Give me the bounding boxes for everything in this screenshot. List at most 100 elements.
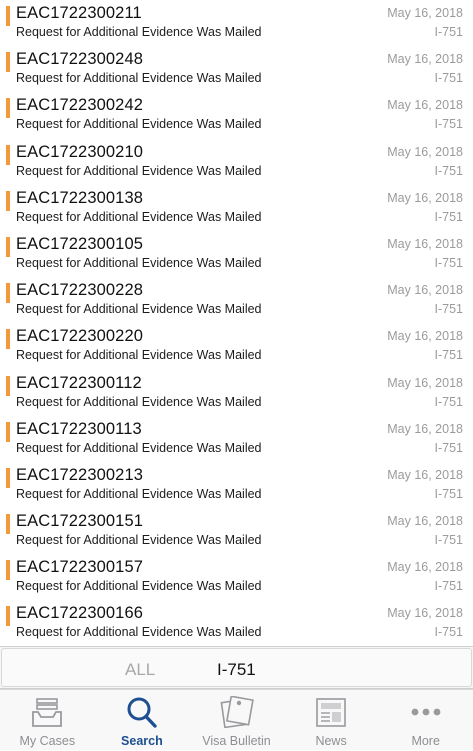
status-indicator-bar [6, 329, 10, 350]
case-form-type: I-751 [434, 25, 464, 39]
magnifier-icon [127, 697, 157, 728]
case-status-text: Request for Additional Evidence Was Mail… [16, 533, 262, 548]
case-receipt-number: EAC1722300228 [16, 281, 143, 300]
case-receipt-number: EAC1722300210 [16, 142, 143, 161]
case-date: May 16, 2018 [387, 98, 463, 113]
case-row[interactable]: EAC1722300210 Request for Additional Evid… [0, 139, 473, 185]
case-date: May 16, 2018 [387, 144, 463, 159]
case-row[interactable]: EAC1722300157 Request for Additional Evid… [0, 554, 473, 600]
case-status-text: Request for Additional Evidence Was Mail… [16, 302, 262, 317]
tab-label: News [315, 734, 347, 748]
case-date: May 16, 2018 [387, 467, 463, 482]
case-receipt-number: EAC1722300211 [16, 4, 142, 22]
case-form-type: I-751 [434, 579, 464, 594]
tab-label: My Cases [19, 734, 76, 748]
case-status-text: Request for Additional Evidence Was Mail… [16, 625, 262, 640]
case-receipt-number: EAC1722300248 [16, 50, 143, 69]
case-date: May 16, 2018 [387, 421, 463, 436]
tab-label: More [411, 734, 440, 748]
status-indicator-bar [6, 421, 10, 442]
inbox-tray-icon [32, 698, 63, 727]
case-row[interactable]: EAC1722300213 Request for Additional Evid… [0, 462, 473, 508]
newspaper-icon [316, 698, 346, 727]
filter-option-all[interactable]: ALL [125, 660, 155, 680]
case-status-text: Request for Additional Evidence Was Mail… [16, 486, 262, 501]
tab-search[interactable]: Search [95, 690, 190, 751]
tab-visa-bulletin[interactable]: Visa Bulletin [189, 690, 284, 751]
case-row[interactable]: EAC1722300242 Request for Additional Evid… [0, 92, 473, 138]
case-date: May 16, 2018 [387, 514, 463, 529]
tab-bar: My Cases Search Visa Bulletin News More [0, 689, 473, 750]
case-row[interactable]: EAC1722300166 Request for Additional Evid… [0, 600, 473, 646]
case-receipt-number: EAC1722300151 [16, 512, 143, 531]
case-receipt-number: EAC1722300138 [16, 188, 143, 207]
case-status-text: Request for Additional Evidence Was Mail… [16, 71, 262, 86]
case-status-text: Request for Additional Evidence Was Mail… [16, 348, 262, 363]
filter-option-i751[interactable]: I-751 [217, 660, 256, 680]
case-receipt-number: EAC1722300242 [16, 96, 143, 115]
case-row[interactable]: EAC1722300211 Request for Additional Evid… [0, 0, 473, 46]
case-receipt-number: EAC1722300105 [16, 234, 143, 253]
case-row[interactable]: EAC1722300151 Request for Additional Evid… [0, 508, 473, 554]
status-indicator-bar [6, 98, 10, 119]
case-date: May 16, 2018 [387, 190, 463, 205]
status-indicator-bar [6, 375, 10, 396]
tab-news[interactable]: News [284, 690, 379, 751]
case-status-text: Request for Additional Evidence Was Mail… [16, 209, 262, 224]
case-form-type: I-751 [434, 625, 464, 640]
case-receipt-number: EAC1722300112 [16, 373, 142, 392]
case-status-text: Request for Additional Evidence Was Mail… [16, 579, 262, 594]
case-form-type: I-751 [434, 533, 464, 548]
case-receipt-number: EAC1722300213 [16, 465, 143, 484]
case-form-type: I-751 [434, 71, 464, 86]
filter-segment-container: ALL I-751 [1, 648, 472, 687]
case-date: May 16, 2018 [387, 560, 463, 575]
case-form-type: I-751 [434, 209, 464, 224]
case-status-text: Request for Additional Evidence Was Mail… [16, 255, 262, 270]
case-row[interactable]: EAC1722300248 Request for Additional Evid… [0, 46, 473, 92]
status-indicator-bar [6, 283, 10, 304]
tab-my-cases[interactable]: My Cases [0, 690, 95, 751]
case-date: May 16, 2018 [387, 606, 463, 621]
case-date: May 16, 2018 [387, 6, 463, 20]
case-receipt-number: EAC1722300113 [16, 419, 142, 438]
case-row[interactable]: EAC1722300228 Request for Additional Evid… [0, 277, 473, 323]
case-row[interactable]: EAC1722300220 Request for Additional Evid… [0, 323, 473, 369]
case-receipt-number: EAC1722300166 [16, 604, 143, 623]
case-form-type: I-751 [434, 486, 464, 501]
case-form-type: I-751 [434, 348, 464, 363]
case-form-type: I-751 [434, 440, 464, 455]
status-indicator-bar [6, 52, 10, 73]
case-row[interactable]: EAC1722300112 Request for Additional Evid… [0, 370, 473, 416]
case-row[interactable]: EAC1722300113 Request for Additional Evid… [0, 416, 473, 462]
tab-more[interactable]: More [378, 690, 473, 751]
case-status-text: Request for Additional Evidence Was Mail… [16, 394, 262, 409]
case-status-text: Request for Additional Evidence Was Mail… [16, 440, 262, 455]
case-list[interactable]: EAC1722300211 Request for Additional Evid… [0, 0, 473, 646]
case-form-type: I-751 [434, 117, 464, 132]
case-receipt-number: EAC1722300157 [16, 558, 143, 577]
case-form-type: I-751 [434, 302, 464, 317]
case-row[interactable]: EAC1722300138 Request for Additional Evid… [0, 185, 473, 231]
status-indicator-bar [6, 144, 10, 165]
ellipsis-icon [411, 708, 441, 716]
case-form-type: I-751 [434, 255, 464, 270]
status-indicator-bar [6, 236, 10, 257]
case-date: May 16, 2018 [387, 329, 463, 344]
status-indicator-bar [6, 190, 10, 211]
case-form-type: I-751 [434, 163, 464, 178]
tab-label: Search [121, 734, 163, 748]
status-indicator-bar [6, 606, 10, 627]
case-form-type: I-751 [434, 394, 464, 409]
case-status-text: Request for Additional Evidence Was Mail… [16, 117, 262, 132]
status-indicator-bar [6, 467, 10, 488]
status-indicator-bar [6, 560, 10, 581]
case-status-text: Request for Additional Evidence Was Mail… [16, 163, 262, 178]
case-receipt-number: EAC1722300220 [16, 327, 143, 346]
pinned-note-icon [221, 696, 255, 728]
form-filter-bar: ALL I-751 [0, 646, 473, 689]
tab-label: Visa Bulletin [202, 734, 271, 748]
case-date: May 16, 2018 [387, 283, 463, 298]
case-date: May 16, 2018 [387, 52, 463, 67]
case-row[interactable]: EAC1722300105 Request for Additional Evid… [0, 231, 473, 277]
